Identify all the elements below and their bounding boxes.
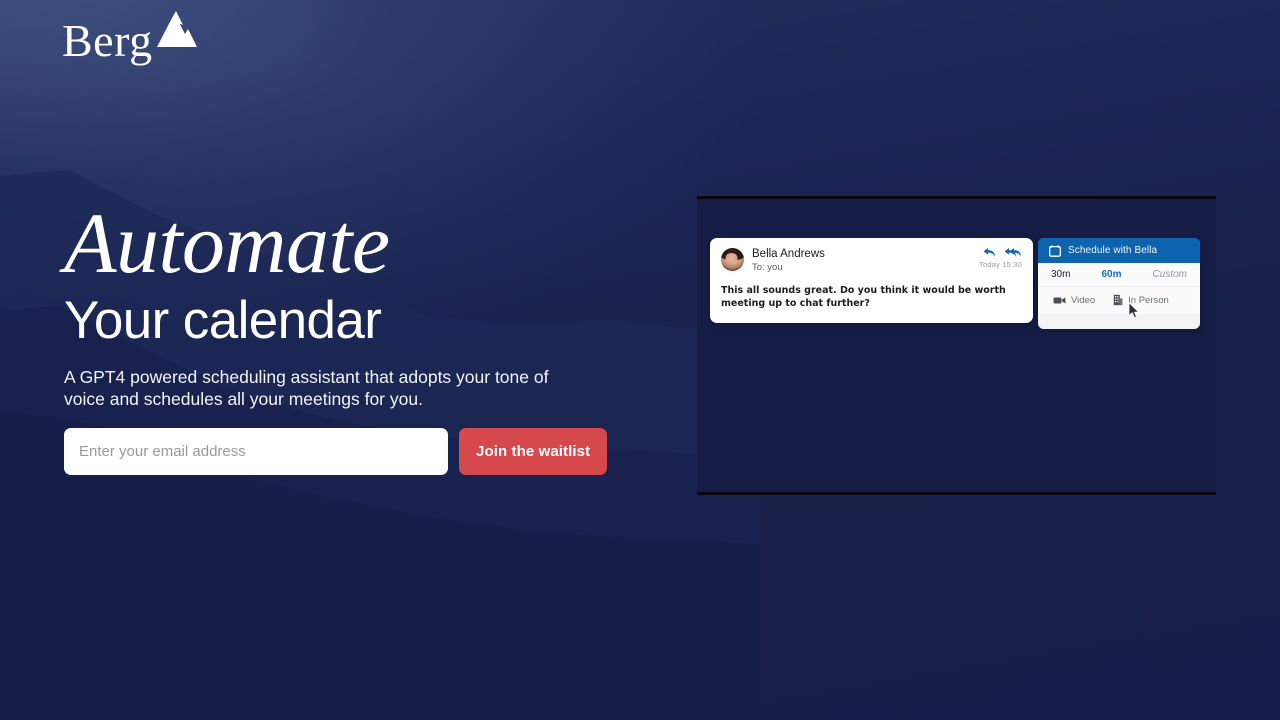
email-timestamp: Today 15:30 bbox=[978, 260, 1022, 269]
meeting-mode-options: Video In Person bbox=[1038, 287, 1200, 314]
scheduler-title: Schedule with Bella bbox=[1068, 245, 1158, 256]
email-message-card[interactable]: Bella Andrews To: you Today 15:30 This a… bbox=[710, 238, 1033, 324]
waitlist-form: Join the waitlist bbox=[64, 428, 608, 475]
office-building-icon bbox=[1113, 294, 1123, 306]
brand-logo[interactable]: Berg bbox=[62, 11, 199, 66]
email-input[interactable] bbox=[64, 428, 448, 475]
mountain-peak-icon bbox=[155, 8, 199, 50]
hero-subtitle: A GPT4 powered scheduling assistant that… bbox=[64, 366, 549, 409]
hero-headline-plain: Your calendar bbox=[64, 290, 382, 350]
meeting-mode-video-label: Video bbox=[1071, 294, 1096, 306]
duration-option-30m[interactable]: 30m bbox=[1051, 269, 1070, 280]
email-header: Bella Andrews To: you Today 15:30 bbox=[721, 247, 1022, 275]
duration-options: 30m 60m Custom bbox=[1038, 263, 1200, 287]
product-demo-panel[interactable]: Bella Andrews To: you Today 15:30 This a… bbox=[697, 196, 1216, 495]
meeting-mode-in-person[interactable]: In Person bbox=[1113, 294, 1169, 306]
scheduler-header: Schedule with Bella bbox=[1038, 238, 1200, 263]
demo-bottom-border bbox=[697, 492, 1216, 495]
brand-name: Berg bbox=[62, 15, 153, 66]
calendar-icon bbox=[1049, 244, 1061, 257]
duration-option-custom[interactable]: Custom bbox=[1153, 269, 1187, 280]
landing-page: Berg Automate Your calendar A GPT4 power… bbox=[0, 0, 1280, 720]
hero-section: Automate Your calendar A GPT4 powered sc… bbox=[64, 195, 664, 411]
reply-arrow-icon[interactable] bbox=[983, 247, 996, 258]
email-sender-name: Bella Andrews bbox=[752, 248, 825, 260]
demo-top-border bbox=[697, 196, 1216, 199]
avatar bbox=[721, 248, 744, 271]
mouse-pointer-icon bbox=[1128, 302, 1140, 319]
email-body-text: This all sounds great. Do you think it w… bbox=[721, 284, 1006, 310]
scheduler-footer bbox=[1038, 314, 1200, 329]
scheduler-widget[interactable]: Schedule with Bella 30m 60m Custom Video bbox=[1038, 238, 1200, 329]
join-waitlist-button[interactable]: Join the waitlist bbox=[459, 428, 608, 475]
email-recipient: To: you bbox=[752, 262, 783, 274]
email-sender-block: Bella Andrews To: you bbox=[752, 247, 979, 275]
reply-all-arrow-icon[interactable] bbox=[1005, 247, 1022, 258]
email-actions: Today 15:30 bbox=[979, 247, 1022, 269]
hero-headline-italic: Automate bbox=[64, 195, 390, 291]
duration-option-60m[interactable]: 60m bbox=[1101, 269, 1121, 280]
meeting-mode-video[interactable]: Video bbox=[1053, 295, 1095, 306]
video-camera-icon bbox=[1053, 296, 1066, 305]
